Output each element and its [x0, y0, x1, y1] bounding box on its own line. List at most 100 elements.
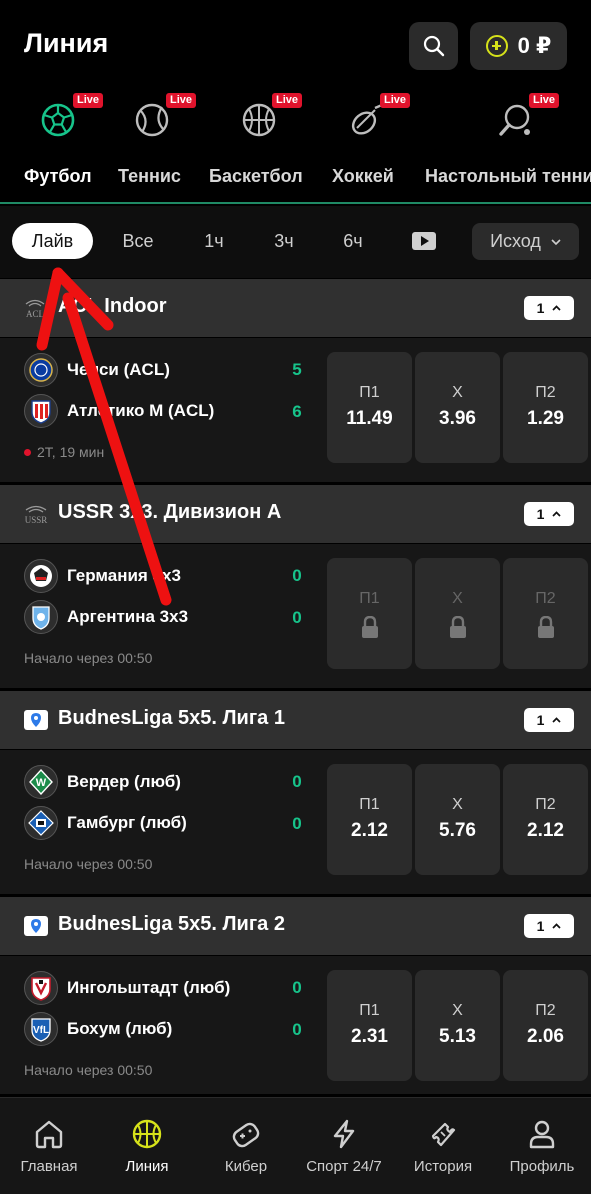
nav-item-cyber[interactable]: Кибер	[197, 1098, 295, 1194]
ticket-icon	[431, 1122, 456, 1147]
league-collapse-toggle[interactable]: 1	[524, 914, 574, 938]
team-away: Атлетико М (ACL)	[24, 394, 214, 428]
location-pin-icon	[24, 710, 48, 730]
search-icon	[423, 35, 444, 57]
league-collapse-toggle[interactable]: 1	[524, 502, 574, 526]
league-header[interactable]: BudnesLiga 5x5. Лига 2 1	[0, 897, 591, 955]
chevron-up-icon	[552, 305, 561, 311]
league-collapse-toggle[interactable]: 1	[524, 296, 574, 320]
event-row[interactable]: Ингольштадт (люб) 0 VfL Бохум (люб) 0 На…	[0, 956, 591, 1094]
bottom-nav: Главная Линия Кибер Спорт 24/7 История П…	[0, 1097, 591, 1194]
sport-label: Хоккей	[332, 166, 394, 186]
league-name: BudnesLiga 5x5. Лига 2	[58, 913, 285, 935]
live-badge: Live	[529, 93, 560, 108]
league-count: 1	[536, 506, 545, 522]
sport-tab-basketball[interactable]: Live Баскетбол	[209, 90, 309, 202]
nav-label: Кибер	[224, 1158, 268, 1175]
sport-label: Настольный теннис	[425, 166, 591, 186]
balance-amount: 0 ₽	[517, 33, 552, 58]
odd-button-draw[interactable]: Х	[415, 558, 500, 669]
odd-button-p2[interactable]: П2 2.12	[503, 764, 588, 875]
odd-button-p1[interactable]: П1 2.31	[327, 970, 412, 1081]
league-logo-text: ACL	[26, 309, 44, 319]
sport-tab-hockey[interactable]: Live Хоккей	[332, 90, 411, 202]
team-name: Челси (ACL)	[67, 360, 170, 379]
odd-button-p2[interactable]: П2 2.06	[503, 970, 588, 1081]
nav-label: Главная	[20, 1158, 78, 1175]
league-header[interactable]: USSR USSR 3x3. Дивизион А 1	[0, 485, 591, 543]
event-status: 2Т, 19 мин	[24, 444, 104, 460]
nav-item-sport-247[interactable]: Спорт 24/7	[295, 1098, 393, 1194]
league-collapse-toggle[interactable]: 1	[524, 708, 574, 732]
filter-chip-live[interactable]: Лайв	[12, 223, 93, 259]
odd-value: 2.06	[527, 1026, 564, 1047]
odd-button-draw[interactable]: Х 3.96	[415, 352, 500, 463]
team-logo	[24, 806, 58, 840]
odd-label: Х	[452, 1002, 463, 1019]
nav-item-home[interactable]: Главная	[0, 1098, 98, 1194]
sport-tab-football[interactable]: Live Футбол	[24, 90, 104, 202]
team-home: W Вердер (люб)	[24, 765, 181, 799]
outcome-dropdown[interactable]: Исход	[472, 223, 579, 260]
odd-label: П1	[359, 384, 380, 401]
odd-button-p1[interactable]: П1 2.12	[327, 764, 412, 875]
nav-label: Спорт 24/7	[306, 1158, 382, 1175]
team-logo	[24, 559, 58, 593]
filter-chip-all[interactable]: Все	[113, 223, 163, 259]
sport-tabs: Live Футбол Live Теннис Live Баскетбол L…	[0, 90, 591, 204]
odd-button-p2[interactable]: П2	[503, 558, 588, 669]
odd-button-p2[interactable]: П2 1.29	[503, 352, 588, 463]
event-status-text: Начало через 00:50	[24, 650, 153, 666]
balance-button[interactable]: 0 ₽	[470, 22, 567, 70]
live-badge: Live	[166, 93, 197, 108]
lock-icon	[450, 616, 466, 638]
team-home: Германия 3x3	[24, 559, 181, 593]
basketball-icon	[242, 103, 276, 137]
odd-label: П1	[359, 796, 380, 813]
filter-chip-3h[interactable]: 3ч	[264, 223, 304, 259]
event-row[interactable]: Челси (ACL) 5 Атлетико М (ACL) 6 2Т, 19 …	[0, 338, 591, 482]
odd-value: 2.12	[351, 820, 388, 841]
team-home-score: 5	[292, 360, 302, 379]
sport-tab-tennis[interactable]: Live Теннис	[118, 90, 197, 202]
league-header[interactable]: BudnesLiga 5x5. Лига 1 1	[0, 691, 591, 749]
odd-label: П2	[535, 384, 556, 401]
league-logo: USSR	[25, 505, 47, 525]
team-logo: VfL	[24, 1012, 58, 1046]
filter-chip-6h[interactable]: 6ч	[333, 223, 373, 259]
filter-chip-1h[interactable]: 1ч	[194, 223, 234, 259]
team-name: Германия 3x3	[67, 566, 181, 585]
event-row[interactable]: Германия 3x3 0 Аргентина 3x3 0 Начало че…	[0, 544, 591, 688]
nav-item-history[interactable]: История	[394, 1098, 492, 1194]
nav-item-profile[interactable]: Профиль	[493, 1098, 591, 1194]
odd-value: 3.96	[439, 408, 476, 429]
league-logo: ACL	[25, 299, 45, 319]
odd-button-p1[interactable]: П1 11.49	[327, 352, 412, 463]
sport-tab-table-tennis[interactable]: Live Настольный теннис	[425, 90, 591, 202]
odd-value: 5.13	[439, 1026, 476, 1047]
odd-label: П2	[535, 796, 556, 813]
chevron-up-icon	[552, 717, 561, 723]
team-name: Аргентина 3x3	[67, 607, 189, 626]
odd-button-draw[interactable]: Х 5.76	[415, 764, 500, 875]
nav-item-line[interactable]: Линия	[98, 1098, 196, 1194]
team-home: Ингольштадт (люб)	[24, 971, 230, 1005]
odd-button-draw[interactable]: Х 5.13	[415, 970, 500, 1081]
odd-value: 11.49	[346, 408, 393, 429]
svg-text:W: W	[36, 777, 47, 789]
outcome-label: Исход	[490, 231, 541, 251]
event-row[interactable]: W Вердер (люб) 0 Гамбург (люб) 0 Начало …	[0, 750, 591, 894]
league-header[interactable]: ACL ACL Indoor 1	[0, 279, 591, 337]
odd-label: Х	[452, 384, 463, 401]
odd-label: Х	[452, 590, 463, 607]
basketball-icon	[132, 1119, 162, 1149]
search-button[interactable]	[409, 22, 458, 70]
nav-label: Линия	[125, 1158, 169, 1175]
odd-button-p1[interactable]: П1	[327, 558, 412, 669]
page-title: Линия	[24, 28, 109, 58]
team-name: Атлетико М (ACL)	[67, 401, 215, 420]
team-logo	[24, 353, 58, 387]
event-status: Начало через 00:50	[24, 650, 152, 666]
filter-chip-video[interactable]	[404, 223, 444, 259]
odd-label: П2	[535, 590, 556, 607]
